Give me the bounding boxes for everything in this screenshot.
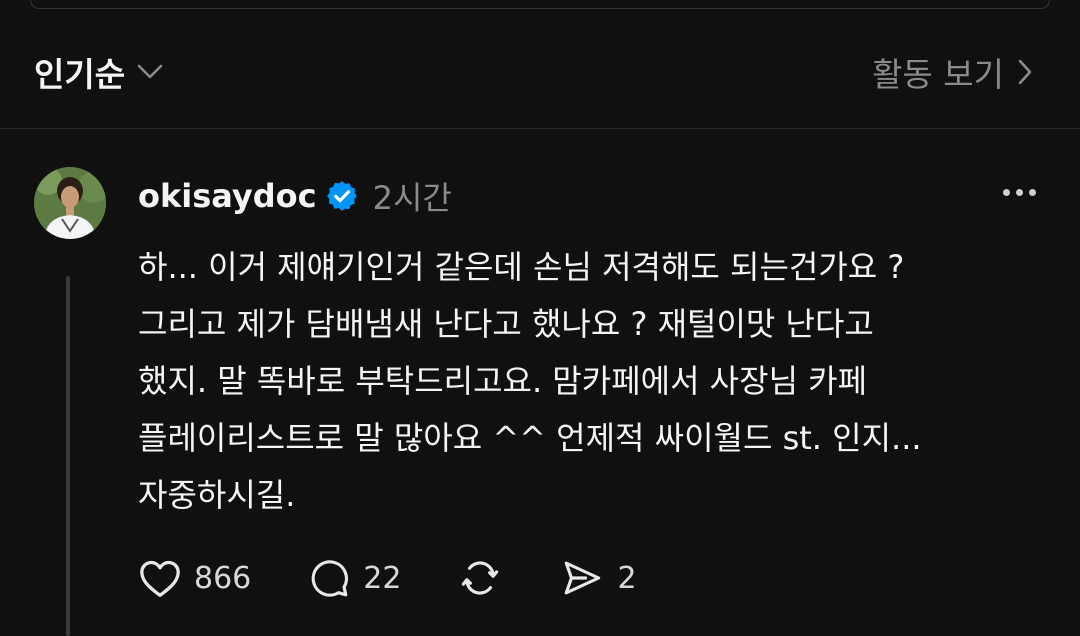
sort-label: 인기순 [34,55,126,94]
thread-line [66,276,70,636]
comment-icon [311,560,349,597]
heart-icon [140,560,180,597]
profile-photo [34,167,106,239]
post-time: 2시간 [372,179,452,217]
dot-icon [1029,189,1036,196]
action-bar: 866 22 2 [138,557,693,599]
chevron-right-icon [1018,59,1032,85]
dot-icon [1016,189,1023,196]
username[interactable]: okisaydoc [138,177,317,215]
sort-dropdown-button[interactable]: 인기순 [34,48,163,96]
like-button[interactable]: 866 [138,558,251,598]
share-button[interactable]: 2 [559,557,637,599]
reply-button[interactable]: 22 [307,557,401,599]
chevron-down-icon [137,64,163,79]
verified-badge-icon [325,179,359,213]
post-text: 하... 이거 제얘기인거 같은데 손님 저격해도 되는건가요 ? 그리고 제가… [138,248,922,514]
view-activity-button[interactable]: 활동 보기 [872,48,1032,96]
send-icon [565,561,601,595]
repost-icon [462,561,499,595]
reply-count: 22 [363,560,402,596]
avatar[interactable] [34,167,106,239]
reply-post: okisaydoc 2시간 하... 이거 제얘기인거 같은데 손님 저격해도 … [0,129,1080,636]
repost-button[interactable] [457,557,503,599]
dot-icon [1003,189,1010,196]
activity-label: 활동 보기 [872,55,1004,94]
share-count: 2 [617,560,637,596]
like-count: 866 [194,560,252,596]
post-header: okisaydoc 2시간 [138,173,452,219]
more-options-button[interactable] [1003,189,1036,196]
sort-bar: 인기순 활동 보기 [0,8,1080,129]
